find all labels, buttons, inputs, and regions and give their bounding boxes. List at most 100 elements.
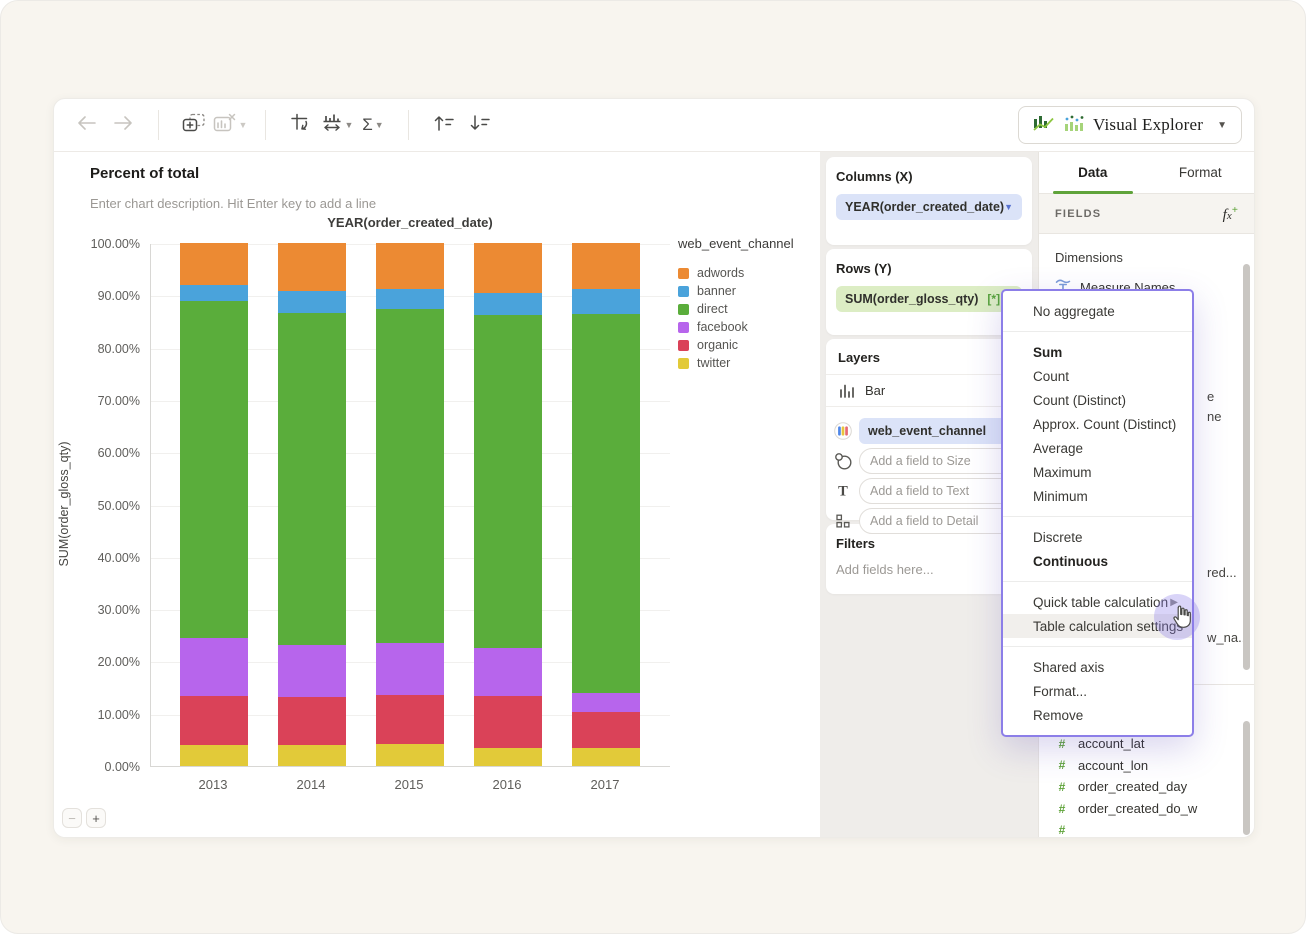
dimensions-label: Dimensions — [1055, 250, 1123, 265]
legend-item-banner[interactable]: banner — [678, 282, 818, 300]
bar-segment-adwords[interactable] — [376, 243, 444, 290]
y-tick-label: 20.00% — [97, 655, 140, 670]
bar-segment-organic[interactable] — [376, 694, 444, 745]
plot-area — [150, 243, 670, 767]
menu-item-sum[interactable]: Sum — [1003, 340, 1192, 364]
stacked-bar-2015[interactable] — [376, 243, 444, 766]
bar-segment-direct[interactable] — [474, 315, 542, 648]
menu-item-no-aggregate[interactable]: No aggregate — [1003, 299, 1192, 323]
field-item-account_lon[interactable]: # account_lon — [1055, 754, 1238, 776]
bar-segment-facebook[interactable] — [278, 645, 346, 697]
field-item-order_created_day[interactable]: # order_created_day — [1055, 776, 1238, 798]
filters-drop-zone[interactable]: Add fields here... — [836, 562, 1022, 577]
columns-pill[interactable]: YEAR(order_created_date) ▼ — [836, 194, 1023, 220]
bar-segment-twitter[interactable] — [572, 747, 640, 766]
menu-item-table-calculation-settings[interactable]: Table calculation settings — [1003, 614, 1192, 638]
menu-item-label: Continuous — [1033, 553, 1108, 569]
back-arrow-button[interactable] — [72, 110, 102, 140]
color-field-pill[interactable]: web_event_channel ▼ — [859, 418, 1025, 444]
measures-scrollbar[interactable] — [1243, 721, 1250, 835]
bar-segment-twitter[interactable] — [376, 744, 444, 766]
chart-title[interactable]: Percent of total — [90, 165, 199, 182]
text-drop-zone[interactable]: Add a field to Text — [859, 478, 1025, 504]
sigma-button[interactable]: Σ ▼ — [358, 110, 388, 140]
menu-item-discrete[interactable]: Discrete — [1003, 525, 1192, 549]
field-item-order_created_do_w[interactable]: # order_created_do_w — [1055, 798, 1238, 820]
rows-pill[interactable]: SUM(order_gloss_qty) [*] ▼ — [836, 286, 1023, 312]
bar-segment-banner[interactable] — [376, 289, 444, 309]
legend-label: banner — [697, 284, 736, 298]
bar-segment-facebook[interactable] — [474, 647, 542, 696]
menu-item-quick-table-calculation[interactable]: Quick table calculation ▶ — [1003, 590, 1192, 614]
legend-item-twitter[interactable]: twitter — [678, 354, 818, 372]
menu-item-average[interactable]: Average — [1003, 436, 1192, 460]
menu-section: Quick table calculation ▶ Table calculatio… — [1003, 582, 1192, 646]
detail-drop-zone[interactable]: Add a field to Detail — [859, 508, 1025, 534]
stacked-bar-2014[interactable] — [278, 243, 346, 766]
bar-segment-adwords[interactable] — [180, 243, 248, 285]
y-tick-label: 70.00% — [97, 393, 140, 408]
bar-segment-banner[interactable] — [278, 291, 346, 314]
menu-item-shared-axis[interactable]: Shared axis — [1003, 655, 1192, 679]
bar-segment-organic[interactable] — [572, 712, 640, 748]
menu-item-approx-count-distinct[interactable]: Approx. Count (Distinct) — [1003, 412, 1192, 436]
text-encoding-icon: T — [834, 483, 852, 500]
zoom-in-button[interactable]: + — [86, 808, 106, 828]
legend-item-adwords[interactable]: adwords — [678, 264, 818, 282]
duplicate-chart-button[interactable] — [179, 110, 209, 140]
bar-segment-twitter[interactable] — [474, 747, 542, 766]
chevron-down-icon[interactable]: ▼ — [1004, 202, 1013, 212]
menu-item-format[interactable]: Format... — [1003, 679, 1192, 703]
forward-arrow-button[interactable] — [108, 110, 138, 140]
tab-format[interactable]: Format — [1147, 152, 1254, 193]
menu-item-continuous[interactable]: Continuous — [1003, 549, 1192, 573]
bar-segment-banner[interactable] — [572, 288, 640, 315]
bar-segment-adwords[interactable] — [278, 243, 346, 292]
menu-item-minimum[interactable]: Minimum — [1003, 484, 1192, 508]
size-drop-zone[interactable]: Add a field to Size — [859, 448, 1025, 474]
sort-descending-button[interactable] — [465, 110, 495, 140]
distribution-button[interactable]: ▼ — [322, 110, 353, 140]
legend-item-direct[interactable]: direct — [678, 300, 818, 318]
chart-description-input[interactable]: Enter chart description. Hit Enter key t… — [90, 196, 376, 211]
bar-segment-direct[interactable] — [278, 313, 346, 646]
bar-segment-organic[interactable] — [180, 695, 248, 746]
menu-item-maximum[interactable]: Maximum — [1003, 460, 1192, 484]
bar-segment-organic[interactable] — [474, 695, 542, 748]
bar-segment-direct[interactable] — [376, 308, 444, 644]
visual-explorer-selector[interactable]: Visual Explorer ▼ — [1018, 106, 1242, 144]
size-encoding-icon — [834, 452, 852, 470]
legend-item-organic[interactable]: organic — [678, 336, 818, 354]
bar-segment-adwords[interactable] — [474, 243, 542, 294]
remove-chart-button[interactable]: ▼ — [213, 110, 247, 140]
number-field-icon: # — [1058, 758, 1066, 773]
bar-segment-facebook[interactable] — [572, 692, 640, 713]
bar-segment-direct[interactable] — [572, 314, 640, 693]
bar-segment-banner[interactable] — [474, 293, 542, 316]
menu-item-count-distinct[interactable]: Count (Distinct) — [1003, 388, 1192, 412]
legend-item-facebook[interactable]: facebook — [678, 318, 818, 336]
bar-segment-twitter[interactable] — [278, 745, 346, 766]
bar-segment-banner[interactable] — [180, 284, 248, 301]
menu-item-remove[interactable]: Remove — [1003, 703, 1192, 727]
zoom-out-button[interactable]: − — [62, 808, 82, 828]
field-item-partial[interactable]: # — [1055, 819, 1238, 837]
bar-segment-facebook[interactable] — [180, 637, 248, 696]
swap-axes-button[interactable] — [286, 110, 316, 140]
menu-item-count[interactable]: Count — [1003, 364, 1192, 388]
stacked-bar-2013[interactable] — [180, 243, 248, 766]
bar-segment-facebook[interactable] — [376, 643, 444, 695]
sort-ascending-button[interactable] — [429, 110, 459, 140]
bar-segment-adwords[interactable] — [572, 243, 640, 289]
bar-segment-twitter[interactable] — [180, 745, 248, 766]
dimensions-scrollbar[interactable] — [1243, 264, 1250, 670]
filters-label: Filters — [836, 536, 876, 551]
bar-segment-direct[interactable] — [180, 300, 248, 638]
stacked-bar-2017[interactable] — [572, 243, 640, 766]
menu-item-label: Table calculation settings — [1033, 618, 1184, 634]
bar-segment-organic[interactable] — [278, 696, 346, 746]
tab-data[interactable]: Data — [1039, 152, 1147, 193]
stacked-bar-2016[interactable] — [474, 243, 542, 766]
add-calculated-field-icon[interactable]: fx+ — [1223, 204, 1238, 224]
x-tick-label: 2016 — [492, 777, 522, 792]
